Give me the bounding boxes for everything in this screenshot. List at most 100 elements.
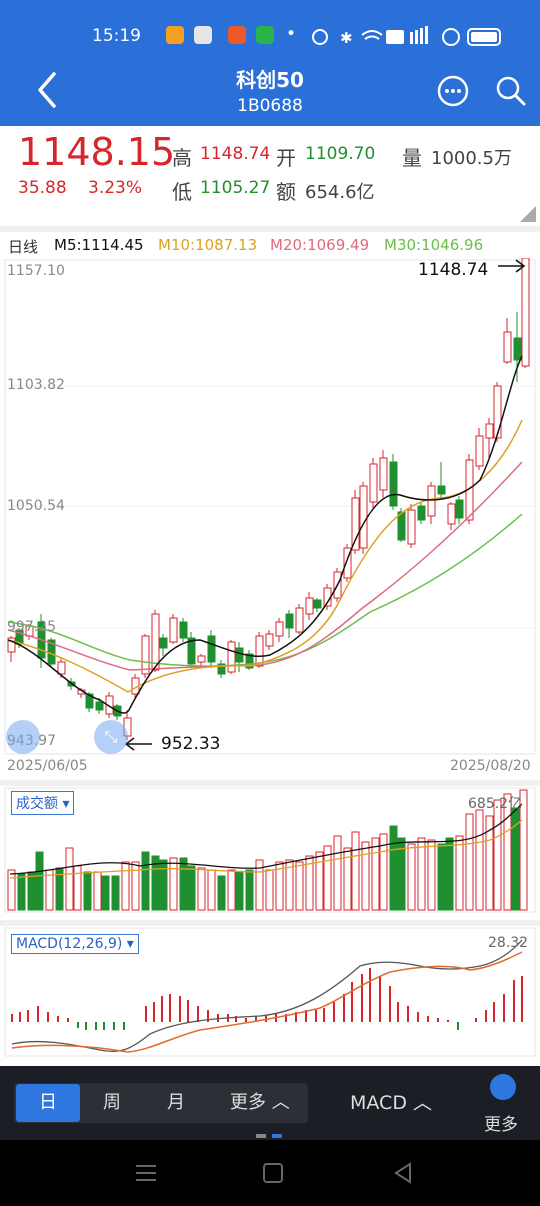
low-value: 1105.27 <box>200 178 271 198</box>
volume-bar <box>245 869 254 911</box>
max-price-label: 1148.74 <box>418 260 489 280</box>
zoom-button[interactable]: ⤡ <box>94 720 128 754</box>
candle <box>521 258 530 367</box>
tab-day[interactable]: 日 <box>16 1084 80 1122</box>
volume-bar <box>207 869 216 911</box>
high-value: 1148.74 <box>200 144 271 164</box>
tab-more-label: 更多 <box>230 1092 266 1113</box>
candle <box>159 637 168 649</box>
macd-dea <box>11 951 523 1053</box>
chat-icon[interactable] <box>436 74 470 108</box>
scroll-left-button[interactable] <box>6 720 40 754</box>
page-indicator <box>256 1134 266 1138</box>
volume-bar <box>333 835 342 911</box>
volume-bar <box>141 851 150 911</box>
home-icon[interactable] <box>262 1162 284 1184</box>
volume-bar <box>121 861 130 911</box>
candle <box>265 633 274 647</box>
volume-bar <box>465 813 474 911</box>
candle <box>207 635 216 663</box>
page-title: 科创50 <box>236 68 304 92</box>
high-label: 高 <box>172 146 192 170</box>
candle <box>275 621 284 637</box>
candle <box>379 457 388 491</box>
menu-icon[interactable] <box>134 1162 158 1184</box>
low-label: 低 <box>172 180 192 204</box>
y-axis-mid3: 997.25 <box>7 619 56 635</box>
more-menu-icon[interactable] <box>490 1074 516 1100</box>
candle <box>389 461 398 507</box>
volume-bar <box>131 861 140 911</box>
back-nav-icon[interactable] <box>392 1162 414 1184</box>
app-header: 15:19 • ✱ 科创50 1B0688 <box>0 0 540 126</box>
price-change: 35.88 <box>18 178 67 198</box>
tab-more[interactable]: 更多 ︿ <box>214 1084 304 1122</box>
ma10-line <box>7 419 523 693</box>
system-status-icons: ✱ <box>312 26 501 47</box>
system-nav-bar <box>0 1140 540 1206</box>
y-axis-mid2: 1050.54 <box>7 498 65 514</box>
volume-bar <box>417 837 426 911</box>
volume-chart[interactable] <box>0 786 540 916</box>
ma20-value: M20:1069.49 <box>270 236 370 254</box>
volume-bar <box>93 871 102 911</box>
volume-bar <box>455 835 464 911</box>
candle <box>151 613 160 671</box>
volume-bar <box>197 867 206 911</box>
y-axis-mid1: 1103.82 <box>7 377 65 393</box>
candle <box>447 503 456 525</box>
candle <box>57 661 66 675</box>
volume-bar <box>45 869 54 911</box>
candle <box>485 423 494 439</box>
min-arrow-icon <box>124 737 152 751</box>
volume-bar <box>475 809 484 911</box>
candle <box>359 485 368 549</box>
search-icon[interactable] <box>494 74 528 108</box>
ma30-value: M30:1046.96 <box>384 236 484 254</box>
candle <box>455 499 464 519</box>
chevron-up-icon: ︿ <box>413 1092 433 1114</box>
ma-legend: 日线 M5:1114.45 M10:1087.13 M20:1069.49 M3… <box>0 234 540 258</box>
candlestick-chart[interactable] <box>0 258 540 758</box>
volume-bar <box>7 869 16 911</box>
candle <box>369 463 378 503</box>
candle <box>141 635 150 675</box>
candle <box>513 337 522 361</box>
candle <box>313 599 322 609</box>
candle <box>437 485 446 495</box>
volume-indicator-dropdown[interactable]: 成交额 ▾ <box>11 791 75 815</box>
volume-bar <box>295 861 304 911</box>
macd-indicator-dropdown[interactable]: MACD(12,26,9) ▾ <box>11 934 139 954</box>
volume-bar <box>179 857 188 911</box>
candle <box>285 613 294 629</box>
candle <box>197 655 206 663</box>
volume-bar <box>371 837 380 911</box>
volume-bar <box>427 839 436 911</box>
indicator-selector[interactable]: MACD ︿ <box>350 1084 450 1122</box>
volume-bar <box>35 851 44 911</box>
volume-bar <box>407 843 416 911</box>
volume-bar <box>217 875 226 911</box>
candle <box>255 635 264 667</box>
volume-bar <box>315 851 324 911</box>
tab-month[interactable]: 月 <box>146 1084 206 1122</box>
tab-week[interactable]: 周 <box>82 1084 142 1122</box>
ma5-line <box>7 355 523 714</box>
page-indicator-active <box>272 1134 282 1138</box>
volume-max-label: 685.2亿 <box>468 796 523 812</box>
price-change-pct: 3.23% <box>88 178 143 198</box>
candle <box>179 621 188 639</box>
notification-icons <box>166 26 276 48</box>
more-menu-label[interactable]: 更多 <box>484 1110 518 1135</box>
macd-dif <box>11 939 523 1053</box>
amount-value: 654.6亿 <box>305 182 375 203</box>
back-icon[interactable] <box>32 70 62 110</box>
volume-bar <box>493 799 502 911</box>
candle <box>503 331 512 363</box>
candle <box>397 511 406 541</box>
volume-bar <box>187 865 196 911</box>
expand-corner-icon[interactable] <box>520 206 536 222</box>
volume-bar <box>65 847 74 911</box>
volume-bar <box>265 869 274 911</box>
volume-bar <box>235 871 244 911</box>
